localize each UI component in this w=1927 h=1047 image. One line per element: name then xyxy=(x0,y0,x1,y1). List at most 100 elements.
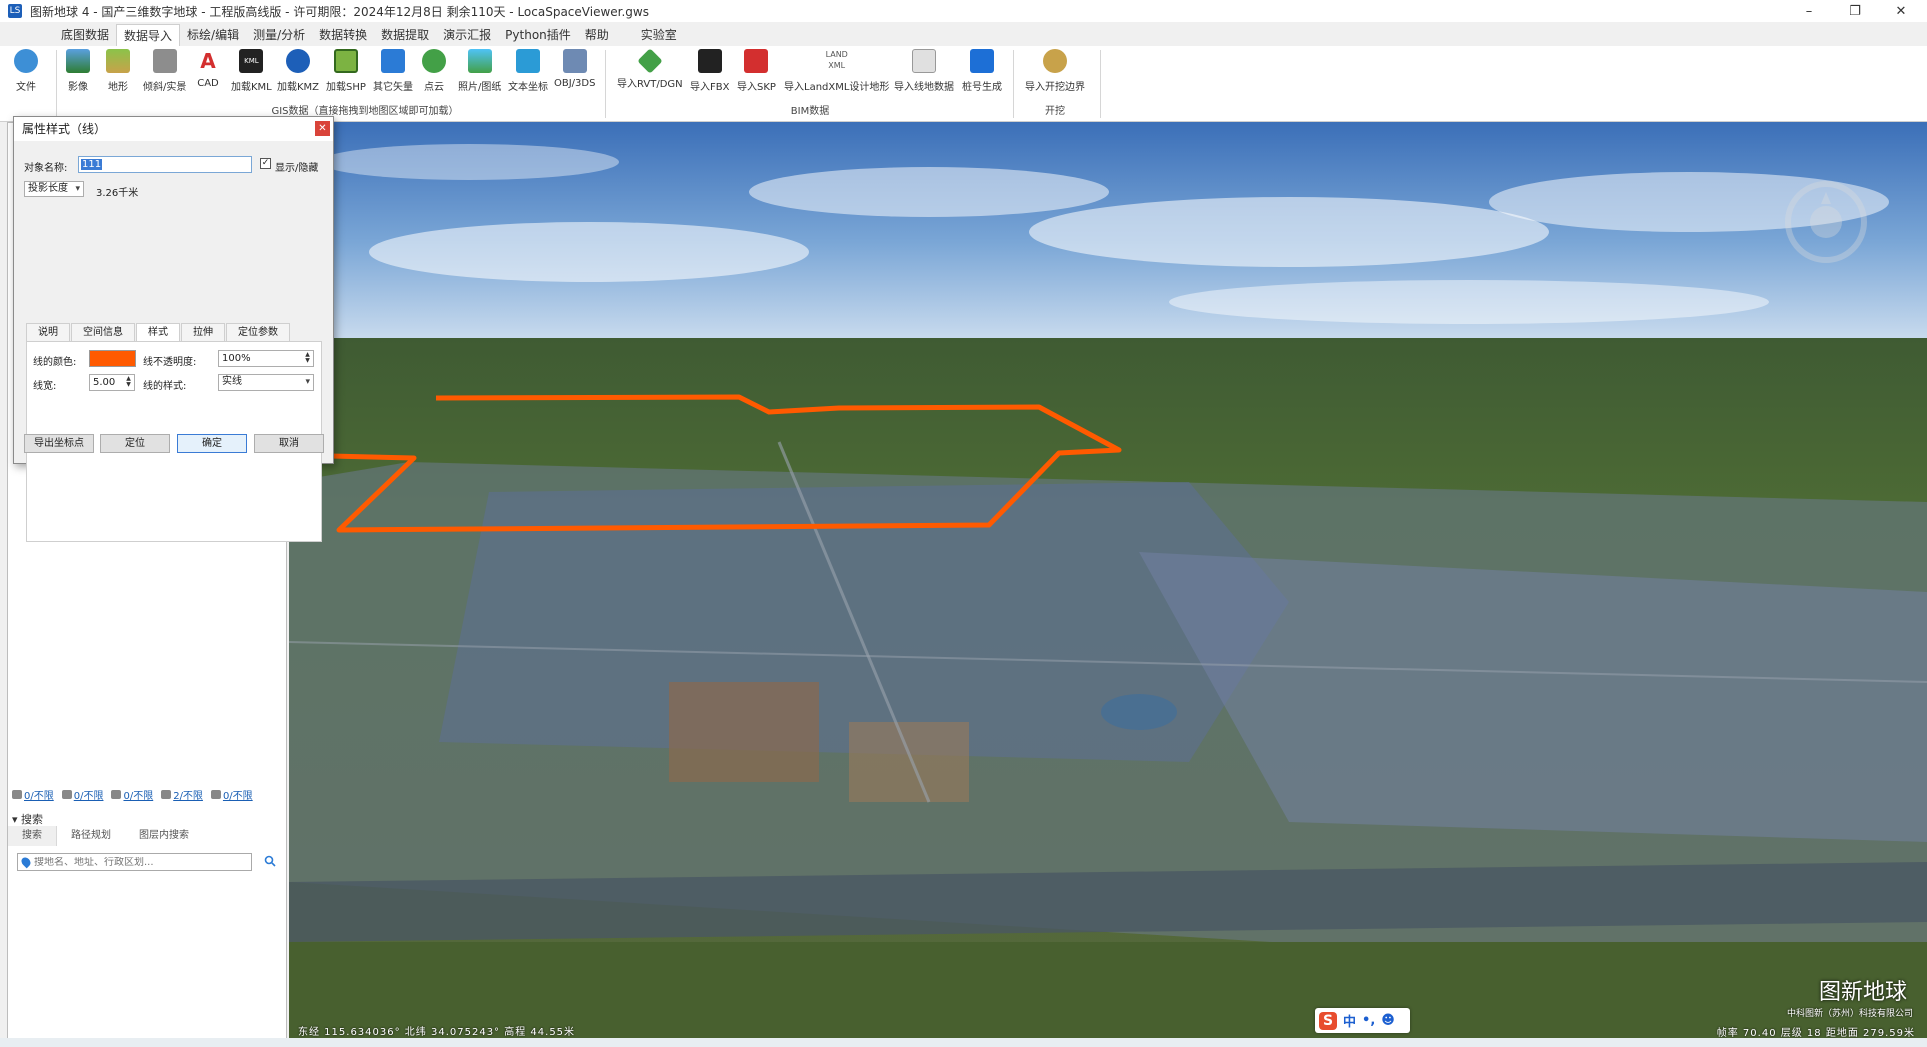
menu-data-convert[interactable]: 数据转换 xyxy=(312,24,374,46)
file-icon xyxy=(14,49,38,73)
menu-data-import[interactable]: 数据导入 xyxy=(116,24,181,46)
chevron-down-icon: ▾ xyxy=(305,377,310,387)
file-button[interactable]: 文件 xyxy=(14,49,38,101)
object-name-input[interactable]: 111 xyxy=(78,156,252,173)
ime-punctuation-icon[interactable]: •, xyxy=(1362,1013,1375,1028)
menu-help[interactable]: 帮助 xyxy=(578,24,616,46)
title-bar: LS 图新地球 4 - 国产三维数字地球 - 工程版高线版 - 许可期限：202… xyxy=(0,0,1927,22)
line-color-swatch[interactable] xyxy=(89,350,136,367)
line-style-select[interactable]: 实线 ▾ xyxy=(218,374,314,391)
tab-spatial-info[interactable]: 空间信息 xyxy=(71,323,135,341)
landxml-icon: LAND XML xyxy=(824,49,849,73)
sogou-ime-icon: S xyxy=(1319,1011,1337,1030)
app-window: LS 图新地球 4 - 国产三维数字地球 - 工程版高线版 - 许可期限：202… xyxy=(0,0,1927,1047)
chevron-down-icon: ▾ xyxy=(75,184,80,194)
restore-button[interactable]: ❐ xyxy=(1833,0,1877,22)
load-kml-button[interactable]: KML 加载KML xyxy=(231,49,272,101)
menu-lab[interactable]: 实验室 xyxy=(634,24,684,46)
search-box xyxy=(17,853,252,871)
point-cloud-icon xyxy=(422,49,446,73)
search-section-header[interactable]: ▾ 搜索 xyxy=(12,811,43,827)
search-input[interactable] xyxy=(34,856,239,868)
tab-search[interactable]: 搜索 xyxy=(8,826,57,846)
line-data-icon xyxy=(912,49,936,73)
text-coord-icon xyxy=(516,49,540,73)
import-landxml-button[interactable]: LAND XML 导入LandXML设计地形 xyxy=(784,49,889,101)
gis-group-label: GIS数据（直接拖拽到地图区域即可加载） xyxy=(271,106,459,117)
stat-item[interactable]: 0/不限 xyxy=(111,786,153,802)
text-coords-button[interactable]: 文本坐标 xyxy=(508,49,548,101)
menu-data-extract[interactable]: 数据提取 xyxy=(374,24,436,46)
tab-position-params[interactable]: 定位参数 xyxy=(226,323,290,341)
dig-group-label: 开挖 xyxy=(1045,106,1065,117)
kml-icon: KML xyxy=(239,49,264,73)
import-dig-boundary-button[interactable]: 导入开挖边界 xyxy=(1025,49,1085,101)
menu-python-plugin[interactable]: Python插件 xyxy=(498,24,578,46)
stat-item[interactable]: 2/不限 xyxy=(161,786,203,802)
terrain-icon xyxy=(106,49,130,73)
tab-layer-search[interactable]: 图层内搜索 xyxy=(125,826,203,846)
point-cloud-button[interactable]: 点云 xyxy=(422,49,446,101)
menu-plot-edit[interactable]: 标绘/编辑 xyxy=(180,24,246,46)
import-terrain-button[interactable]: 地形 xyxy=(106,49,130,101)
layer-type-icon xyxy=(12,789,22,799)
load-shp-button[interactable]: 加载SHP xyxy=(326,49,366,101)
ime-emoji-icon[interactable]: ☻ xyxy=(1381,1013,1395,1028)
vector-icon xyxy=(381,49,405,73)
ok-button[interactable]: 确定 xyxy=(177,434,247,453)
oblique-model-icon xyxy=(152,49,177,73)
search-icon[interactable] xyxy=(264,855,276,867)
tab-description[interactable]: 说明 xyxy=(26,323,70,341)
locate-button[interactable]: 定位 xyxy=(100,434,170,453)
import-imagery-button[interactable]: 影像 xyxy=(66,49,90,101)
ime-language[interactable]: 中 xyxy=(1343,1011,1356,1030)
tab-extrude[interactable]: 拉伸 xyxy=(181,323,225,341)
app-logo-icon: LS xyxy=(8,4,22,18)
model-icon xyxy=(562,49,587,73)
other-vector-button[interactable]: 其它矢量 xyxy=(373,49,413,101)
import-cad-button[interactable]: A CAD xyxy=(196,49,220,101)
stat-item[interactable]: 0/不限 xyxy=(61,786,103,802)
menu-basemap[interactable]: 底图数据 xyxy=(54,24,116,46)
minimize-button[interactable]: – xyxy=(1787,0,1831,22)
menu-bar: 底图数据 数据导入 标绘/编辑 测量/分析 数据转换 数据提取 演示汇报 Pyt… xyxy=(0,22,1927,46)
earth-scene xyxy=(289,122,1927,1038)
import-fbx-button[interactable]: 导入FBX xyxy=(690,49,729,101)
skp-icon xyxy=(744,49,769,73)
import-rvt-button[interactable]: 导入RVT/DGN xyxy=(617,48,683,101)
obj-3ds-button[interactable]: OBJ/3DS xyxy=(554,49,595,101)
tab-route-plan[interactable]: 路径规划 xyxy=(57,826,125,846)
name-label: 对象名称: xyxy=(24,163,68,174)
import-oblique-button[interactable]: 倾斜/实景 xyxy=(143,49,186,101)
dialog-close-button[interactable]: ✕ xyxy=(315,121,330,136)
stat-item[interactable]: 0/不限 xyxy=(12,786,54,802)
export-coords-button[interactable]: 导出坐标点 xyxy=(24,434,94,453)
ime-toolbar[interactable]: S 中 •, ☻ xyxy=(1315,1008,1410,1033)
import-line-data-button[interactable]: 导入线地数据 xyxy=(894,49,954,101)
station-gen-button[interactable]: 桩号生成 xyxy=(962,49,1002,101)
bim-group-label: BIM数据 xyxy=(790,106,830,117)
stat-item[interactable]: 0/不限 xyxy=(210,786,253,802)
performance-readout: 帧率 70.40 层级 18 距地面 279.59米 xyxy=(1716,1028,1915,1038)
line-color-label: 线的颜色: xyxy=(33,357,77,368)
dialog-tabs: 说明 空间信息 样式 拉伸 定位参数 xyxy=(26,323,322,342)
cad-icon: A xyxy=(196,49,220,73)
menu-presentation[interactable]: 演示汇报 xyxy=(436,24,498,46)
cancel-button[interactable]: 取消 xyxy=(254,434,324,453)
spin-arrows-icon[interactable]: ▲ ▼ xyxy=(124,376,133,389)
import-skp-button[interactable]: 导入SKP xyxy=(737,49,776,101)
collapse-triangle-icon: ▾ xyxy=(12,813,22,826)
spin-arrows-icon[interactable]: ▲ ▼ xyxy=(303,352,312,365)
close-window-button[interactable]: ✕ xyxy=(1879,0,1923,22)
map-viewport[interactable]: 东经 115.634036° 北纬 34.075243° 高程 44.55米 图… xyxy=(289,122,1927,1038)
opacity-stepper[interactable]: 100% ▲ ▼ xyxy=(218,350,314,367)
tab-style[interactable]: 样式 xyxy=(136,323,180,342)
fbx-icon xyxy=(697,49,722,73)
measure-type-select[interactable]: 投影长度 ▾ xyxy=(24,181,84,197)
show-hide-checkbox[interactable]: ✓ xyxy=(260,158,271,169)
line-width-stepper[interactable]: 5.00 ▲ ▼ xyxy=(89,374,135,391)
photo-drawing-button[interactable]: 照片/图纸 xyxy=(458,49,501,101)
ribbon-toolbar: 文件 影像 地形 倾斜/实景 A CAD KML 加载KML 加载KMZ 加载SHP… xyxy=(0,46,1927,122)
menu-measure-analysis[interactable]: 测量/分析 xyxy=(246,24,312,46)
load-kmz-button[interactable]: 加载KMZ xyxy=(277,49,319,101)
